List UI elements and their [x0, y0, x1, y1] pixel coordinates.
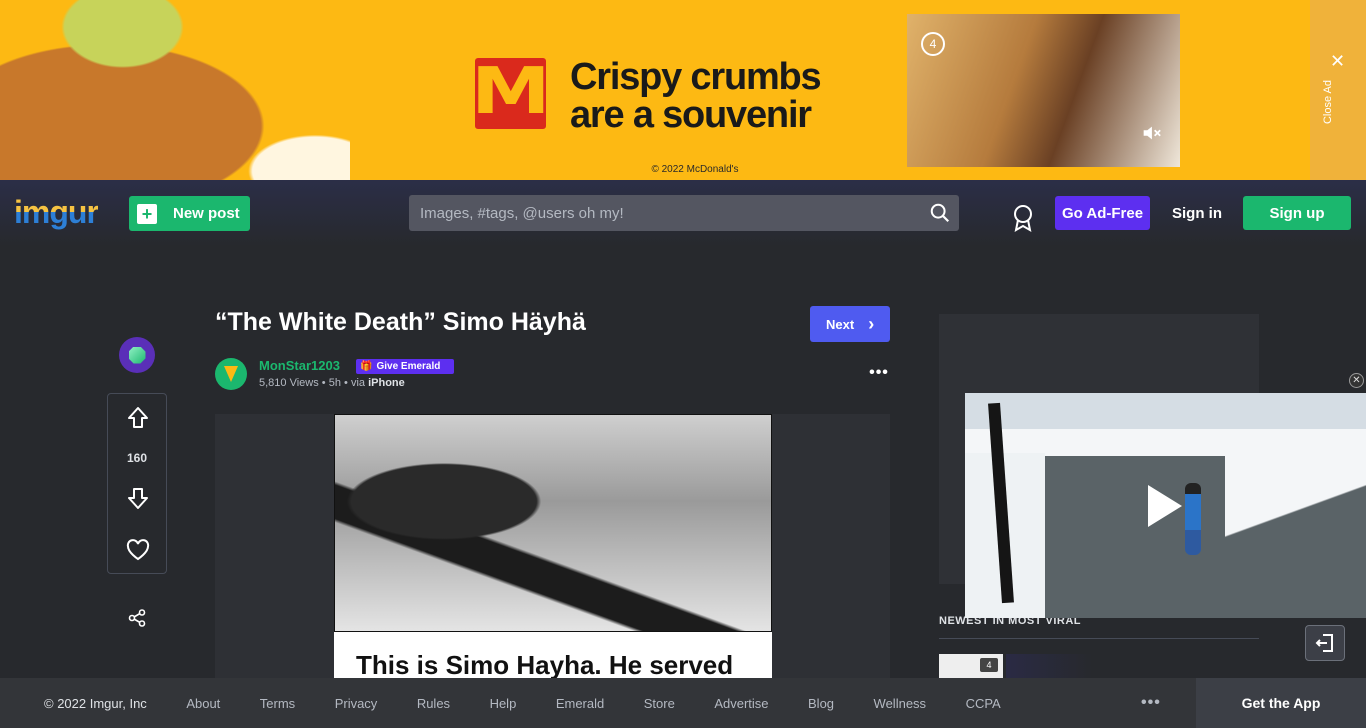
- chevron-right-icon: ›: [868, 314, 875, 334]
- next-post-button[interactable]: Next ›: [810, 306, 890, 342]
- footer-copyright: © 2022 Imgur, Inc: [44, 695, 147, 711]
- imgur-logo[interactable]: imgur: [14, 194, 99, 230]
- image-count-badge: 4: [980, 658, 998, 672]
- play-icon[interactable]: [1148, 485, 1182, 527]
- plus-icon: +: [137, 203, 157, 224]
- viral-thumbnail[interactable]: 4: [939, 654, 1003, 678]
- post-age: 5h: [328, 377, 341, 389]
- vote-count: 160: [126, 451, 148, 465]
- share-icon[interactable]: [128, 609, 146, 627]
- divider: [939, 638, 1259, 639]
- author-username[interactable]: MonStar1203: [259, 358, 340, 373]
- ad-headline: Crispy crumbs are a souvenir: [570, 56, 822, 136]
- vote-panel: 160: [107, 393, 167, 574]
- mcdonalds-logo: M: [470, 54, 551, 129]
- view-count: 5,810 Views: [259, 377, 319, 389]
- floating-video-player[interactable]: [965, 393, 1366, 618]
- arrow-down-icon[interactable]: [127, 486, 149, 510]
- arrow-up-icon[interactable]: [127, 406, 149, 430]
- ad-copyright: © 2022 McDonald's: [651, 164, 739, 175]
- footer-link-blog[interactable]: Blog: [808, 696, 834, 711]
- pizza-icon: [224, 366, 238, 382]
- post-image-caption: This is Simo Hayha. He served: [334, 632, 772, 678]
- heart-icon[interactable]: [126, 539, 150, 561]
- close-ad-button[interactable]: ✕ Close Ad: [1310, 0, 1366, 180]
- post-title: “The White Death” Simo Häyhä: [215, 308, 586, 336]
- go-ad-free-button[interactable]: Go Ad-Free: [1055, 196, 1150, 230]
- ad-video[interactable]: 4: [907, 14, 1180, 167]
- footer-link-terms[interactable]: Terms: [260, 696, 295, 711]
- more-options-button[interactable]: •••: [866, 364, 892, 384]
- footer-link-help[interactable]: Help: [490, 696, 517, 711]
- mute-icon[interactable]: [1140, 122, 1162, 149]
- footer-links: © 2022 Imgur, Inc About Terms Privacy Ru…: [44, 678, 1040, 728]
- exit-icon[interactable]: [1305, 625, 1345, 661]
- emerald-icon: [128, 346, 146, 364]
- child-figure: [1185, 483, 1201, 555]
- post-device: iPhone: [368, 377, 405, 389]
- footer-link-emerald[interactable]: Emerald: [556, 696, 604, 711]
- ribbon-icon[interactable]: [1012, 204, 1034, 232]
- sign-in-link[interactable]: Sign in: [1165, 196, 1229, 230]
- footer-link-advertise[interactable]: Advertise: [714, 696, 768, 711]
- emerald-badge[interactable]: [119, 337, 155, 373]
- ad-food-image: [0, 0, 350, 180]
- ad-video-timer: 4: [921, 32, 945, 56]
- footer-link-store[interactable]: Store: [644, 696, 675, 711]
- close-ad-label: Close Ad: [1322, 80, 1334, 125]
- post-image[interactable]: [334, 414, 772, 632]
- search-icon[interactable]: [929, 202, 951, 224]
- search-bar[interactable]: [409, 195, 959, 231]
- footer: © 2022 Imgur, Inc About Terms Privacy Ru…: [0, 678, 1366, 728]
- footer-more-button[interactable]: •••: [1141, 694, 1161, 712]
- search-input[interactable]: [409, 195, 919, 231]
- sign-up-button[interactable]: Sign up: [1243, 196, 1351, 230]
- footer-link-wellness[interactable]: Wellness: [874, 696, 927, 711]
- give-emerald-button[interactable]: 🎁 Give Emerald: [356, 359, 454, 374]
- gift-icon: 🎁: [360, 361, 373, 372]
- get-the-app-button[interactable]: Get the App: [1196, 678, 1366, 728]
- footer-link-rules[interactable]: Rules: [417, 696, 450, 711]
- new-post-button[interactable]: + New post: [129, 196, 250, 231]
- author-avatar[interactable]: [215, 358, 247, 390]
- footer-link-privacy[interactable]: Privacy: [335, 696, 378, 711]
- close-video-button[interactable]: ✕: [1349, 373, 1364, 388]
- close-icon[interactable]: ✕: [1330, 52, 1345, 70]
- viral-thumbnail[interactable]: [1006, 654, 1092, 678]
- ad-banner[interactable]: M Crispy crumbs are a souvenir © 2022 Mc…: [0, 0, 1366, 180]
- footer-link-about[interactable]: About: [186, 696, 220, 711]
- footer-link-ccpa[interactable]: CCPA: [966, 696, 1001, 711]
- top-navbar: imgur + New post Go Ad-Free Sign in Sign…: [0, 180, 1366, 246]
- post-meta: 5,810 Views • 5h • via iPhone: [259, 377, 405, 389]
